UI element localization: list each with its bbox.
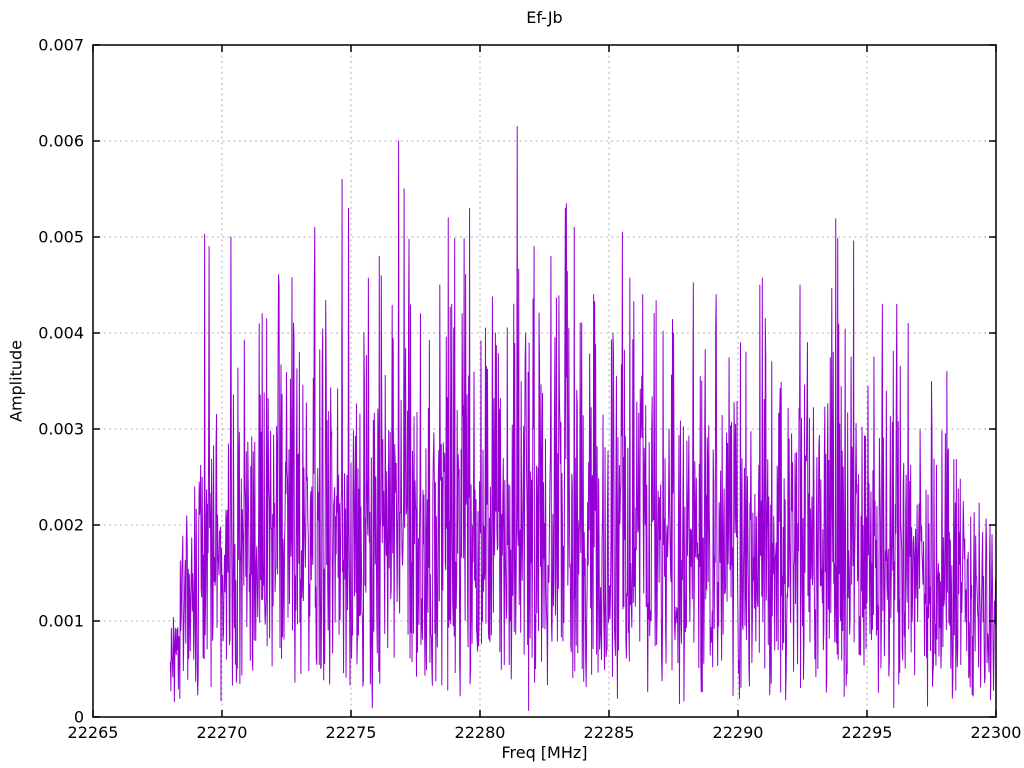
x-tick-label: 22295 <box>842 723 893 742</box>
y-tick-label: 0.003 <box>38 420 84 439</box>
y-tick-label: 0.006 <box>38 132 84 151</box>
y-tick-label: 0.001 <box>38 612 84 631</box>
x-tick-label: 22285 <box>584 723 635 742</box>
y-tick-label: 0.007 <box>38 36 84 55</box>
spectrum-series-line <box>169 126 997 712</box>
x-tick-label: 22300 <box>971 723 1022 742</box>
x-tick-label: 22280 <box>455 723 506 742</box>
gnuplot-window: { "window": { "width": 1024, "height": 7… <box>0 0 1024 768</box>
x-tick-label: 22270 <box>197 723 248 742</box>
x-tick-label: 22290 <box>713 723 764 742</box>
y-tick-label: 0.004 <box>38 324 84 343</box>
x-tick-label: 22275 <box>326 723 377 742</box>
y-tick-label: 0 <box>74 708 84 727</box>
y-tick-label: 0.005 <box>38 228 84 247</box>
plot-canvas: 22265 22270 22275 22280 22285 22290 22295 22300… <box>38 36 1022 743</box>
x-axis-label: Freq [MHz] <box>501 743 588 762</box>
y-tick-label: 0.002 <box>38 516 84 535</box>
